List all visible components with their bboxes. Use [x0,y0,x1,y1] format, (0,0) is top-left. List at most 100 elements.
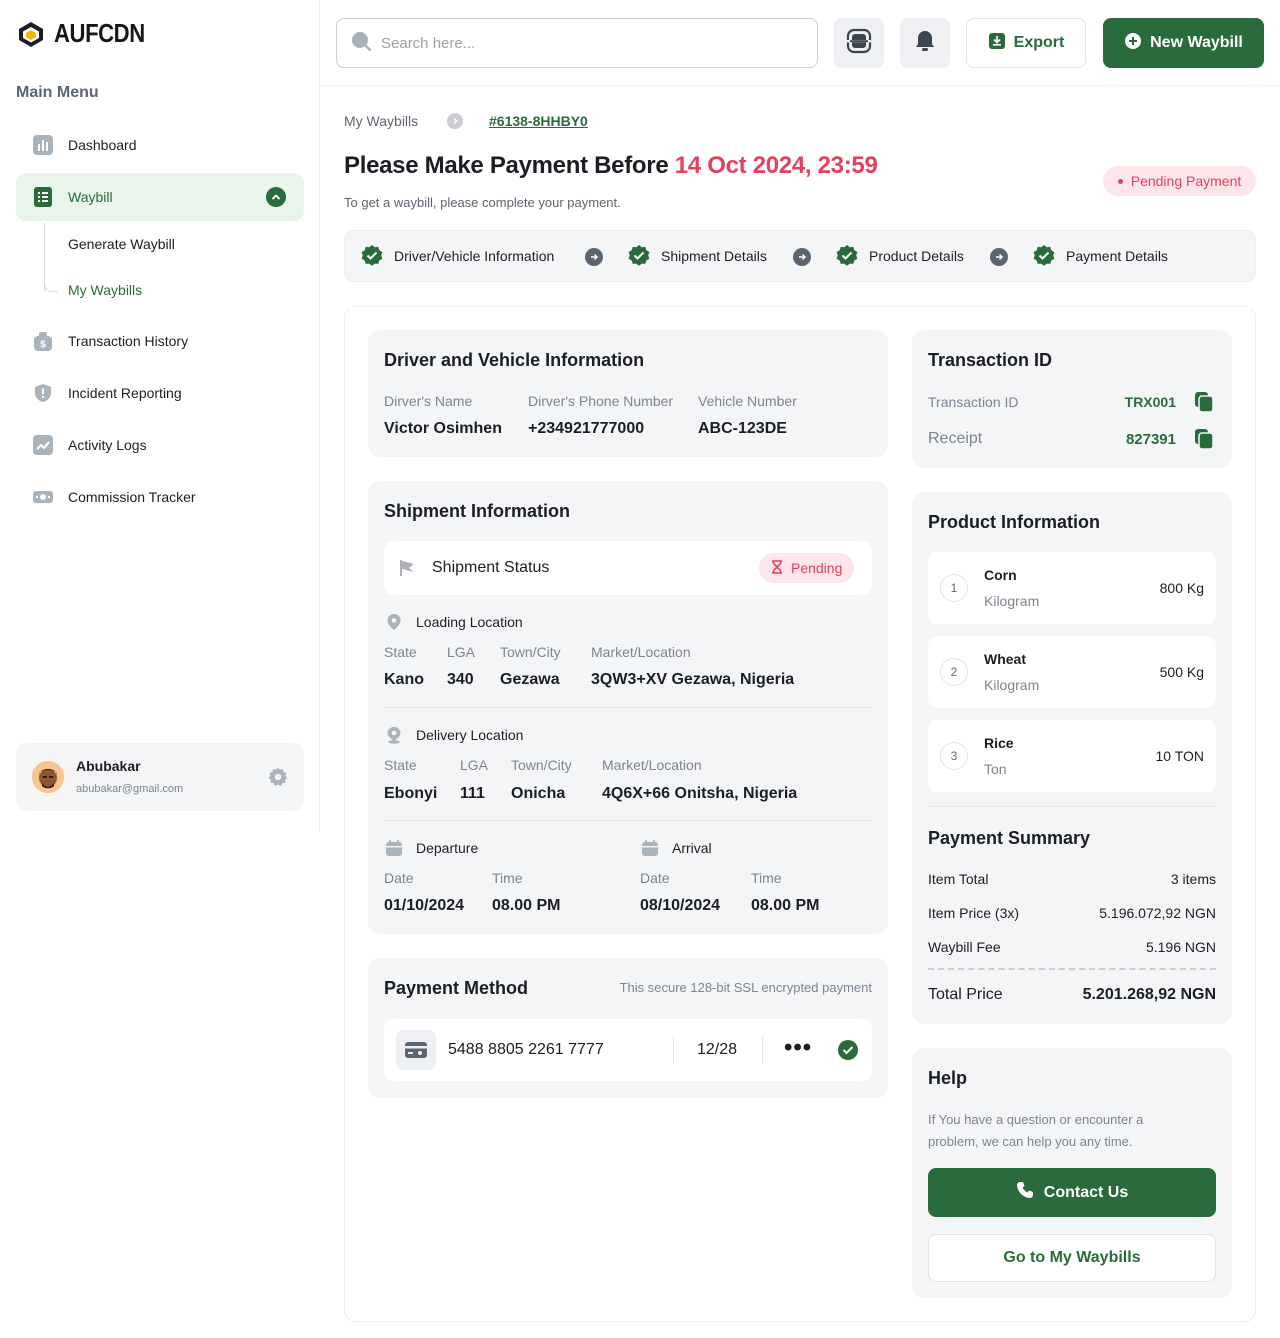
svg-text:$: $ [40,340,46,351]
product-quantity: 500 Kg [1159,664,1204,680]
vehicle-number-label: Vehicle Number [698,393,797,409]
item-total-value: 3 items [1170,871,1216,887]
loading-state: Kano [384,671,424,688]
arrow-right-icon [585,248,603,266]
arrival-date: 08/10/2024 [640,897,721,914]
check-badge-icon [628,245,650,266]
departure-date: 01/10/2024 [384,897,465,914]
product-quantity: 10 TON [1155,748,1204,764]
sidebar-item-waybill[interactable]: Waybill [16,173,304,221]
item-price-value: 5.196.072,92 NGN [1099,905,1216,921]
sidebar-item-transaction-history[interactable]: $ Transaction History [16,317,304,365]
notification-button[interactable] [900,18,950,68]
product-info-title: Product Information [928,512,1100,532]
user-card[interactable]: Abubakar abubakar@gmail.com [16,743,304,811]
step-label: Driver/Vehicle Information [394,248,555,264]
search-input[interactable] [381,34,781,52]
export-label: Export [1013,34,1065,51]
credit-card-icon [405,1042,427,1058]
sidebar-item-label: Incident Reporting [68,385,182,401]
ssl-note: This secure 128-bit SSL encrypted paymen… [619,980,872,995]
sidebar-item-incident-reporting[interactable]: Incident Reporting [16,369,304,417]
driver-phone: +234921777000 [528,420,645,437]
sidebar: AUFCDN Main Menu Dashboard Waybill Gener… [0,0,320,832]
sidebar-item-label: Waybill [68,189,113,205]
driver-card-title: Driver and Vehicle Information [384,350,645,370]
phone-icon [1016,1181,1034,1204]
sidebar-item-dashboard[interactable]: Dashboard [16,121,304,169]
go-to-my-waybills-button[interactable]: Go to My Waybills [928,1234,1216,1282]
breadcrumb-current[interactable]: #6138-8HHBY0 [489,113,588,129]
product-unit: Kilogram [984,593,1040,609]
brand-name: AUFCDN [54,18,145,48]
sidebar-item-activity-logs[interactable]: Activity Logs [16,421,304,469]
step-product[interactable]: Product Details [835,244,964,268]
page-title: Please Make Payment Before 14 Oct 2024, … [344,152,878,180]
delivery-lga: 111 [460,785,485,802]
loading-location-title: Loading Location [416,614,523,630]
page-subtitle: To get a waybill, please complete your p… [344,195,621,210]
total-price-value: 5.201.268,92 NGN [1082,986,1216,1003]
item-price-label: Item Price (3x) [928,905,1020,921]
shipment-status-badge: Pending [759,553,855,583]
progress-stepper: Driver/Vehicle Information Shipment Deta… [344,230,1256,282]
step-label: Payment Details [1066,248,1168,264]
transaction-id: TRX001 [1124,394,1176,410]
new-waybill-button[interactable]: New Waybill [1103,18,1264,68]
payment-method-title: Payment Method [384,978,529,998]
sidebar-subitem-my-waybills[interactable]: My Waybills [68,282,142,298]
chevron-up-icon[interactable] [266,187,286,207]
delivery-market-label: Market/Location [602,757,702,773]
loading-town-label: Town/City [500,644,561,660]
step-payment[interactable]: Payment Details [1032,244,1168,268]
shipment-status-value: Pending [791,560,843,576]
sidebar-item-label: Activity Logs [68,437,147,453]
contact-us-button[interactable]: Contact Us [928,1168,1216,1217]
chevron-right-icon [447,113,463,129]
arrival-time: 08.00 PM [751,897,820,914]
payment-deadline: 14 Oct 2024, 23:59 [674,152,878,179]
scan-button[interactable] [834,18,884,68]
product-name: Wheat [984,651,1026,667]
dashed-divider [928,968,1216,970]
loading-town: Gezawa [500,671,560,688]
sidebar-subitem-generate-waybill[interactable]: Generate Waybill [68,236,175,252]
gear-icon[interactable] [268,767,288,792]
check-badge-icon [361,245,383,266]
search-box[interactable] [336,18,818,68]
status-badge-label: Pending Payment [1130,173,1242,189]
product-number: 2 [940,658,968,686]
plus-circle-icon [1124,32,1142,55]
sidebar-item-commission-tracker[interactable]: Commission Tracker [16,473,304,521]
step-driver-vehicle[interactable]: Driver/Vehicle Information [360,244,554,268]
step-shipment[interactable]: Shipment Details [627,244,767,268]
hourglass-icon [771,559,783,577]
breadcrumb-parent[interactable]: My Waybills [344,113,418,129]
help-title: Help [928,1068,968,1088]
main-menu-title: Main Menu [16,84,99,101]
delivery-state: Ebonyi [384,785,438,802]
export-button[interactable]: Export [966,18,1086,68]
payment-summary-title: Payment Summary [928,828,1091,848]
departure-time: 08.00 PM [492,897,561,914]
card-icon-wrap [396,1030,436,1070]
arrow-right-icon [990,248,1008,266]
driver-phone-label: Dirver's Phone Number [528,393,674,409]
download-icon [988,32,1006,55]
waybill-fee-value: 5.196 NGN [1145,939,1216,955]
calendar-icon [385,839,403,862]
money-bag-icon: $ [32,330,54,352]
card-expiry: 12/28 [697,1041,738,1058]
check-badge-icon [1033,245,1055,266]
sidebar-item-label: Transaction History [68,333,189,349]
copy-icon[interactable] [1195,392,1214,417]
shipment-card-title: Shipment Information [384,501,570,521]
check-circle-icon [838,1040,858,1065]
brand-logo[interactable]: AUFCDN [16,18,161,49]
location-pin-icon [385,613,403,636]
copy-icon[interactable] [1195,429,1214,454]
waybill-fee-label: Waybill Fee [928,939,1001,955]
arrival-date-label: Date [640,870,670,886]
activity-icon [32,434,54,456]
divider [762,1036,763,1064]
